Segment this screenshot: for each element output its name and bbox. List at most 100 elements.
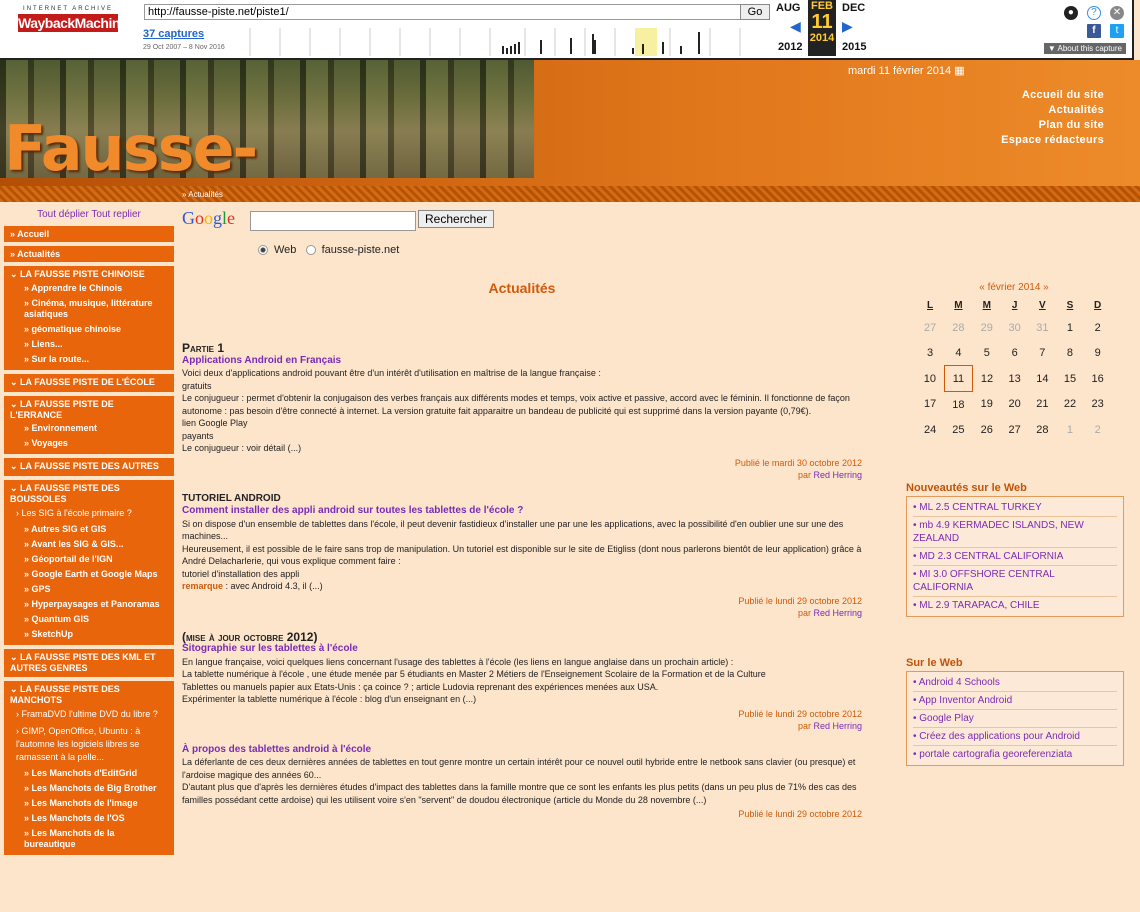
facebook-icon[interactable]: f: [1086, 24, 1101, 38]
calendar-day[interactable]: 31: [1029, 315, 1057, 340]
user-icon[interactable]: ●: [1063, 6, 1078, 20]
sidebar-subitem[interactable]: » géomatique chinoise: [4, 322, 174, 337]
nav-sitemap[interactable]: Plan du site: [1001, 118, 1104, 133]
news-link[interactable]: ML 2.5 CENTRAL TURKEY: [913, 499, 1117, 517]
calendar-day[interactable]: 9: [1084, 340, 1112, 366]
news-link[interactable]: MD 2.3 CENTRAL CALIFORNIA: [913, 548, 1117, 566]
sidebar-group-head[interactable]: ⌄ LA FAUSSE PISTE DES BOUSSOLES: [4, 482, 174, 505]
calendar-day[interactable]: 3: [916, 340, 944, 366]
radio-web[interactable]: [258, 245, 268, 256]
web-link[interactable]: Google Play: [913, 710, 1117, 728]
calendar-day[interactable]: 7: [1029, 340, 1057, 366]
calendar-day[interactable]: 13: [1001, 366, 1029, 392]
sidebar-subitem[interactable]: » Les Manchots de l'OS: [4, 811, 174, 826]
wayback-sparkline[interactable]: [240, 28, 770, 56]
sidebar-group-head[interactable]: ⌄ LA FAUSSE PISTE DES MANCHOTS: [4, 683, 174, 706]
calendar-day[interactable]: 21: [1029, 392, 1057, 418]
calendar-day[interactable]: 8: [1056, 340, 1084, 366]
calendar-day[interactable]: 28: [1029, 417, 1057, 442]
breadcrumb[interactable]: » Actualités: [182, 190, 223, 199]
sidebar-subitem[interactable]: » Géoportail de l'IGN: [4, 552, 174, 567]
sidebar-item-news[interactable]: » Actualités: [4, 246, 174, 262]
calendar-day[interactable]: 20: [1001, 392, 1029, 418]
sidebar-subitem[interactable]: » Voyages: [4, 436, 174, 451]
news-link[interactable]: ML 2.9 TARAPACA, CHILE: [913, 597, 1117, 614]
sidebar-article-link[interactable]: › FramaDVD l'ultime DVD du libre ?: [4, 706, 174, 723]
next-capture-icon[interactable]: ▶: [842, 18, 853, 35]
wayback-url-input[interactable]: [144, 4, 742, 20]
calendar-day[interactable]: 2: [1084, 417, 1112, 442]
sidebar-subitem[interactable]: » Les Manchots d'EditGrid: [4, 766, 174, 781]
twitter-icon[interactable]: t: [1110, 24, 1124, 38]
sidebar-subitem[interactable]: » Liens...: [4, 337, 174, 352]
calendar-day[interactable]: 27: [916, 315, 944, 340]
calendar-day[interactable]: 19: [973, 392, 1001, 418]
calendar-month[interactable]: « février 2014 »: [916, 282, 1112, 293]
calendar-day[interactable]: 28: [944, 315, 973, 340]
sidebar-article-link[interactable]: › GIMP, OpenOffice, Ubuntu : à l'automne…: [4, 723, 174, 766]
sidebar-group-head[interactable]: ⌄ LA FAUSSE PISTE DES KML ET AUTRES GENR…: [4, 651, 174, 674]
calendar-day[interactable]: 1: [1056, 417, 1084, 442]
calendar-day[interactable]: 16: [1084, 366, 1112, 392]
calendar-day[interactable]: 24: [916, 417, 944, 442]
sidebar-subitem[interactable]: » Cinéma, musique, littérature asiatique…: [4, 296, 174, 322]
sidebar-subitem[interactable]: » GPS: [4, 582, 174, 597]
nav-home[interactable]: Accueil du site: [1001, 88, 1104, 103]
calendar-day[interactable]: 18: [944, 392, 973, 418]
search-input[interactable]: [250, 211, 416, 231]
calendar-day[interactable]: 2: [1084, 315, 1112, 340]
article-title[interactable]: Sitographie sur les tablettes à l'école: [182, 643, 862, 656]
calendar-day[interactable]: 5: [973, 340, 1001, 366]
author-link[interactable]: Red Herring: [813, 470, 862, 480]
nav-news[interactable]: Actualités: [1001, 103, 1104, 118]
web-link[interactable]: Créez des applications pour Android: [913, 728, 1117, 746]
site-banner[interactable]: Fausse-Piste.net: [0, 60, 534, 178]
nav-editors[interactable]: Espace rédacteurs: [1001, 133, 1104, 148]
article-title[interactable]: Comment installer des appli android sur …: [182, 505, 862, 518]
calendar-day[interactable]: 15: [1056, 366, 1084, 392]
calendar-day[interactable]: 22: [1056, 392, 1084, 418]
remark-link[interactable]: remarque: [182, 581, 223, 591]
calendar-day[interactable]: 11: [943, 365, 974, 392]
sidebar-group-head[interactable]: ⌄ LA FAUSSE PISTE DE L'ERRANCE: [4, 398, 174, 421]
sidebar-group-head[interactable]: ⌄ LA FAUSSE PISTE CHINOISE: [4, 268, 174, 281]
author-link[interactable]: Red Herring: [813, 608, 862, 618]
sidebar-subitem[interactable]: » Les Manchots de l'image: [4, 796, 174, 811]
calendar-day[interactable]: 17: [916, 392, 944, 418]
web-link[interactable]: portale cartografia georeferenziata: [913, 746, 1117, 763]
web-link[interactable]: App Inventor Android: [913, 692, 1117, 710]
sidebar-subitem[interactable]: » Environnement: [4, 421, 174, 436]
wayback-prev-month[interactable]: AUG: [776, 2, 800, 14]
calendar-day[interactable]: 4: [944, 340, 973, 366]
calendar-day[interactable]: 30: [1001, 315, 1029, 340]
news-link[interactable]: mb 4.9 KERMADEC ISLANDS, NEW ZEALAND: [913, 517, 1117, 548]
article-title[interactable]: Applications Android en Français: [182, 355, 862, 368]
sidebar-group-head[interactable]: ⌄ LA FAUSSE PISTE DE L'ÉCOLE: [4, 376, 174, 389]
author-link[interactable]: Red Herring: [813, 721, 862, 731]
calendar-day[interactable]: 10: [916, 366, 944, 392]
calendar-day[interactable]: 25: [944, 417, 973, 442]
close-icon[interactable]: ✕: [1110, 6, 1124, 20]
sidebar-subitem[interactable]: » Les Manchots de Big Brother: [4, 781, 174, 796]
calendar-icon[interactable]: ▦: [954, 65, 964, 77]
about-capture-link[interactable]: ▼ About this capture: [1043, 43, 1126, 54]
calendar-day[interactable]: 23: [1084, 392, 1112, 418]
calendar-day[interactable]: 26: [973, 417, 1001, 442]
sidebar-subitem[interactable]: » Sur la route...: [4, 352, 174, 367]
wayback-captures-link[interactable]: 37 captures: [143, 28, 204, 40]
sidebar-item-home[interactable]: » Accueil: [4, 226, 174, 242]
sidebar-subitem[interactable]: » Avant les SIG & GIS...: [4, 537, 174, 552]
sidebar-group-head[interactable]: ⌄ LA FAUSSE PISTE DES AUTRES: [4, 460, 174, 473]
wayback-next-month[interactable]: DEC: [842, 2, 865, 14]
news-link[interactable]: MI 3.0 OFFSHORE CENTRAL CALIFORNIA: [913, 566, 1117, 597]
sidebar-subitem[interactable]: » SketchUp: [4, 627, 174, 642]
prev-capture-icon[interactable]: ◀: [790, 18, 801, 35]
wayback-logo[interactable]: INTERNET ARCHIVE WaybackMachine: [18, 6, 128, 32]
calendar-day[interactable]: 12: [973, 366, 1001, 392]
calendar-day[interactable]: 1: [1056, 315, 1084, 340]
calendar-day[interactable]: 27: [1001, 417, 1029, 442]
sidebar-subitem[interactable]: » Les Manchots de la bureautique: [4, 826, 174, 852]
calendar-day[interactable]: 6: [1001, 340, 1029, 366]
sidebar-tools[interactable]: Tout déplier Tout replier: [0, 209, 178, 220]
calendar-day[interactable]: 14: [1029, 366, 1057, 392]
